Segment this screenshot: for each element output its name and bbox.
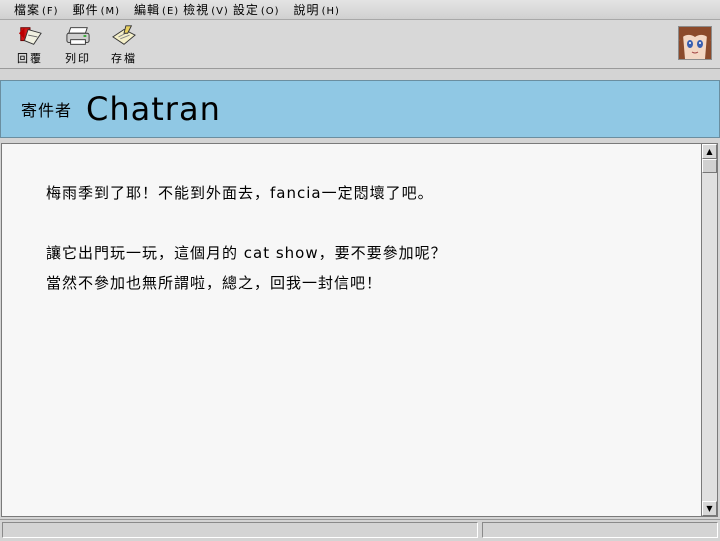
- reply-icon: [18, 27, 42, 45]
- message-line: 當然不參加也無所謂啦，總之，回我一封信吧！: [46, 274, 383, 292]
- sender-header: 寄件者 Chatran: [0, 80, 720, 138]
- message-pane[interactable]: 梅雨季到了耶！不能到外面去，fancia一定悶壞了吧。 讓它出門玩一玩，這個月的…: [1, 143, 701, 517]
- save-icon: [112, 25, 136, 45]
- message-line: 讓它出門玩一玩，這個月的 cat show，要不要參加呢？: [46, 244, 447, 262]
- print-button[interactable]: 列印: [58, 24, 98, 66]
- reply-button[interactable]: 回覆: [10, 24, 50, 66]
- status-pane-secondary: [482, 522, 718, 538]
- menu-mail[interactable]: 郵件 (M): [59, 1, 120, 18]
- menu-edit[interactable]: 編輯 (E): [120, 1, 179, 18]
- status-pane-main: [2, 522, 478, 538]
- menu-settings[interactable]: 設定 (O): [229, 1, 280, 18]
- scroll-up-button[interactable]: ▲: [702, 144, 717, 159]
- status-bar: [0, 519, 720, 541]
- arrow-down-icon: ▼: [706, 503, 713, 513]
- menu-view[interactable]: 檢視 (V): [179, 1, 229, 18]
- sender-label: 寄件者: [21, 101, 73, 120]
- vertical-scrollbar[interactable]: ▲ ▼: [701, 143, 718, 517]
- arrow-up-icon: ▲: [706, 146, 713, 156]
- menu-bar: 檔案 (F) 郵件 (M) 編輯 (E) 檢視 (V) 設定 (O) 說明 (H): [0, 0, 720, 20]
- scroll-thumb[interactable]: [702, 159, 717, 173]
- scroll-down-button[interactable]: ▼: [702, 501, 717, 516]
- message-line: 梅雨季到了耶！不能到外面去，fancia一定悶壞了吧。: [46, 184, 434, 202]
- menu-help[interactable]: 說明 (H): [280, 1, 340, 18]
- message-body: 梅雨季到了耶！不能到外面去，fancia一定悶壞了吧。 讓它出門玩一玩，這個月的…: [46, 178, 447, 298]
- toolbar: 回覆 列印 存檔: [0, 20, 720, 69]
- menu-file[interactable]: 檔案 (F): [0, 1, 59, 18]
- sender-name: Chatran: [86, 90, 221, 128]
- avatar[interactable]: [678, 26, 712, 60]
- save-button[interactable]: 存檔: [104, 24, 144, 66]
- character-avatar-icon: [679, 27, 711, 59]
- printer-icon: [66, 27, 90, 45]
